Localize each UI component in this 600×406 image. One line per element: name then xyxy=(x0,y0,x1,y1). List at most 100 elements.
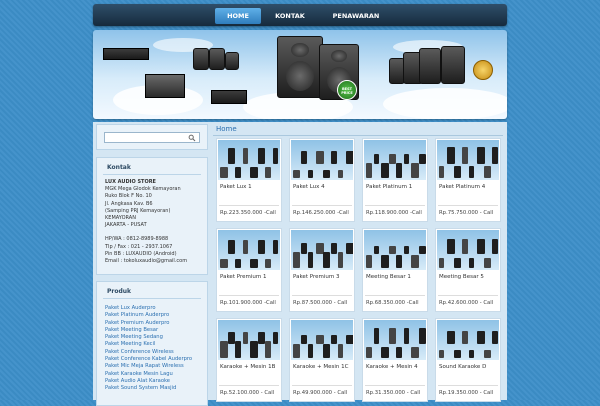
kontak-widget: Kontak LUX AUDIO STORE MGK Mega Glodok K… xyxy=(96,157,208,275)
address-line: JAKARTA - PUSAT xyxy=(105,222,147,229)
kontak-title: Kontak xyxy=(107,164,131,171)
product-price: Rp.146.250.000 -Call xyxy=(293,210,349,216)
divider xyxy=(438,295,498,296)
product-name[interactable]: Karaoke + Mesin 1C xyxy=(293,364,348,370)
product-name[interactable]: Sound Karaoke D xyxy=(439,364,486,370)
produk-link[interactable]: Paket Karaoke Mesin Lagu xyxy=(105,371,192,378)
divider xyxy=(365,385,425,386)
divider xyxy=(438,385,498,386)
produk-title: Produk xyxy=(107,288,132,295)
product-price: Rp.68.350.000 -Call xyxy=(366,300,419,306)
produk-link[interactable]: Paket Audio Alat Karaoke xyxy=(105,378,192,385)
product-image[interactable] xyxy=(364,140,426,180)
product-card[interactable]: Paket Premium 1 Rp.101.900.000 -Call xyxy=(216,228,282,312)
store-name: LUX AUDIO STORE xyxy=(105,179,156,185)
product-card[interactable]: Karaoke + Mesin 4 Rp.31.350.000 - Call xyxy=(362,318,428,402)
produk-link[interactable]: Paket Conference Wireless xyxy=(105,349,192,356)
product-name[interactable]: Meeting Besar 1 xyxy=(366,274,411,280)
produk-link[interactable]: Paket Platinum Auderpro xyxy=(105,312,192,319)
divider xyxy=(365,295,425,296)
email-line: Email : tokoluxaudio@gmail.com xyxy=(105,258,188,265)
small-speaker-image xyxy=(193,48,209,70)
product-image[interactable] xyxy=(364,320,426,360)
nav-kontak[interactable]: KONTAK xyxy=(265,8,315,24)
product-image[interactable] xyxy=(291,230,353,270)
produk-link[interactable]: Paket Meeting Kecil xyxy=(105,341,192,348)
product-image[interactable] xyxy=(218,230,280,270)
best-price-badge: BEST PRICE xyxy=(337,80,357,100)
amplifier-image xyxy=(103,48,149,60)
product-image[interactable] xyxy=(437,140,499,180)
product-name[interactable]: Paket Lux 4 xyxy=(293,184,325,190)
product-price: Rp.118.900.000 -Call xyxy=(366,210,422,216)
product-name[interactable]: Karaoke + Mesin 4 xyxy=(366,364,418,370)
product-price: Rp.101.900.000 -Call xyxy=(220,300,276,306)
product-name[interactable]: Paket Platinum 4 xyxy=(439,184,485,190)
speaker-image xyxy=(419,48,441,84)
product-card[interactable]: Karaoke + Mesin 1B Rp.52.100.000 - Call xyxy=(216,318,282,402)
produk-link[interactable]: Paket Meeting Sedang xyxy=(105,334,192,341)
produk-list: Paket Lux Auderpro Paket Platinum Auderp… xyxy=(105,305,192,393)
product-image[interactable] xyxy=(291,140,353,180)
address-line: (Samping PRJ Kemayoran) xyxy=(105,207,171,214)
divider xyxy=(438,205,498,206)
small-speaker-image xyxy=(209,48,225,70)
address-line: MGK Mega Glodok Kemayoran xyxy=(105,186,181,193)
nav-home[interactable]: HOME xyxy=(215,8,261,24)
speaker-image xyxy=(277,36,323,98)
product-image[interactable] xyxy=(437,320,499,360)
produk-link[interactable]: Paket Lux Auderpro xyxy=(105,305,192,312)
search-icon[interactable] xyxy=(188,134,196,142)
product-price: Rp.19.350.000 - Call xyxy=(439,390,494,396)
divider xyxy=(292,205,352,206)
divider xyxy=(219,205,279,206)
product-card[interactable]: Paket Lux 4 Rp.146.250.000 -Call xyxy=(289,138,355,222)
content-area: Home Paket Lux 1 Rp.223.350.000 -Call Pake… xyxy=(213,124,503,402)
product-price: Rp.223.350.000 -Call xyxy=(220,210,276,216)
product-price: Rp.75.750.000 - Call xyxy=(439,210,494,216)
product-image[interactable] xyxy=(218,140,280,180)
product-card[interactable]: Meeting Besar 1 Rp.68.350.000 -Call xyxy=(362,228,428,312)
fax-line: Tlp / Fax : 021 - 2937.1067 xyxy=(105,243,173,250)
produk-link[interactable]: Paket Meeting Besar xyxy=(105,327,192,334)
breadcrumb[interactable]: Home xyxy=(216,125,237,133)
produk-link[interactable]: Paket Premium Auderpro xyxy=(105,320,192,327)
product-image[interactable] xyxy=(437,230,499,270)
product-name[interactable]: Meeting Besar 5 xyxy=(439,274,484,280)
product-card[interactable]: Paket Lux 1 Rp.223.350.000 -Call xyxy=(216,138,282,222)
product-image[interactable] xyxy=(291,320,353,360)
top-nav: HOME KONTAK PENAWARAN xyxy=(93,4,507,26)
produk-link[interactable]: Paket Mic Meja Rapat Wireless xyxy=(105,363,192,370)
nav-penawaran[interactable]: PENAWARAN xyxy=(319,8,393,24)
product-image[interactable] xyxy=(364,230,426,270)
product-name[interactable]: Paket Premium 3 xyxy=(293,274,339,280)
product-price: Rp.31.350.000 - Call xyxy=(366,390,421,396)
speaker-image xyxy=(441,46,465,84)
divider xyxy=(292,295,352,296)
product-name[interactable]: Paket Platinum 1 xyxy=(366,184,412,190)
divider xyxy=(213,135,503,136)
product-card[interactable]: Paket Platinum 4 Rp.75.750.000 - Call xyxy=(435,138,501,222)
produk-link[interactable]: Paket Sound System Masjid xyxy=(105,385,192,392)
product-price: Rp.42.600.000 - Call xyxy=(439,300,494,306)
product-image[interactable] xyxy=(218,320,280,360)
product-name[interactable]: Paket Lux 1 xyxy=(220,184,252,190)
search-input[interactable] xyxy=(104,132,200,143)
divider xyxy=(103,298,201,299)
produk-widget: Produk Paket Lux Auderpro Paket Platinum… xyxy=(96,281,208,406)
address-line: Jl. Angkasa Kav. B6 xyxy=(105,200,153,207)
header-banner: BEST PRICE xyxy=(93,30,507,119)
search-widget xyxy=(96,124,208,150)
product-card[interactable]: Karaoke + Mesin 1C Rp.49.900.000 - Call xyxy=(289,318,355,402)
divider xyxy=(219,295,279,296)
product-card[interactable]: Paket Premium 3 Rp.87.500.000 - Call xyxy=(289,228,355,312)
produk-link[interactable]: Paket Conference Kabel Auderpro xyxy=(105,356,192,363)
product-card[interactable]: Paket Platinum 1 Rp.118.900.000 -Call xyxy=(362,138,428,222)
product-card[interactable]: Meeting Besar 5 Rp.42.600.000 - Call xyxy=(435,228,501,312)
product-card[interactable]: Sound Karaoke D Rp.19.350.000 - Call xyxy=(435,318,501,402)
mixer-image xyxy=(145,74,185,98)
address-line: KEMAYORAN xyxy=(105,215,136,222)
product-name[interactable]: Karaoke + Mesin 1B xyxy=(220,364,275,370)
product-name[interactable]: Paket Premium 1 xyxy=(220,274,266,280)
divider xyxy=(103,174,201,175)
